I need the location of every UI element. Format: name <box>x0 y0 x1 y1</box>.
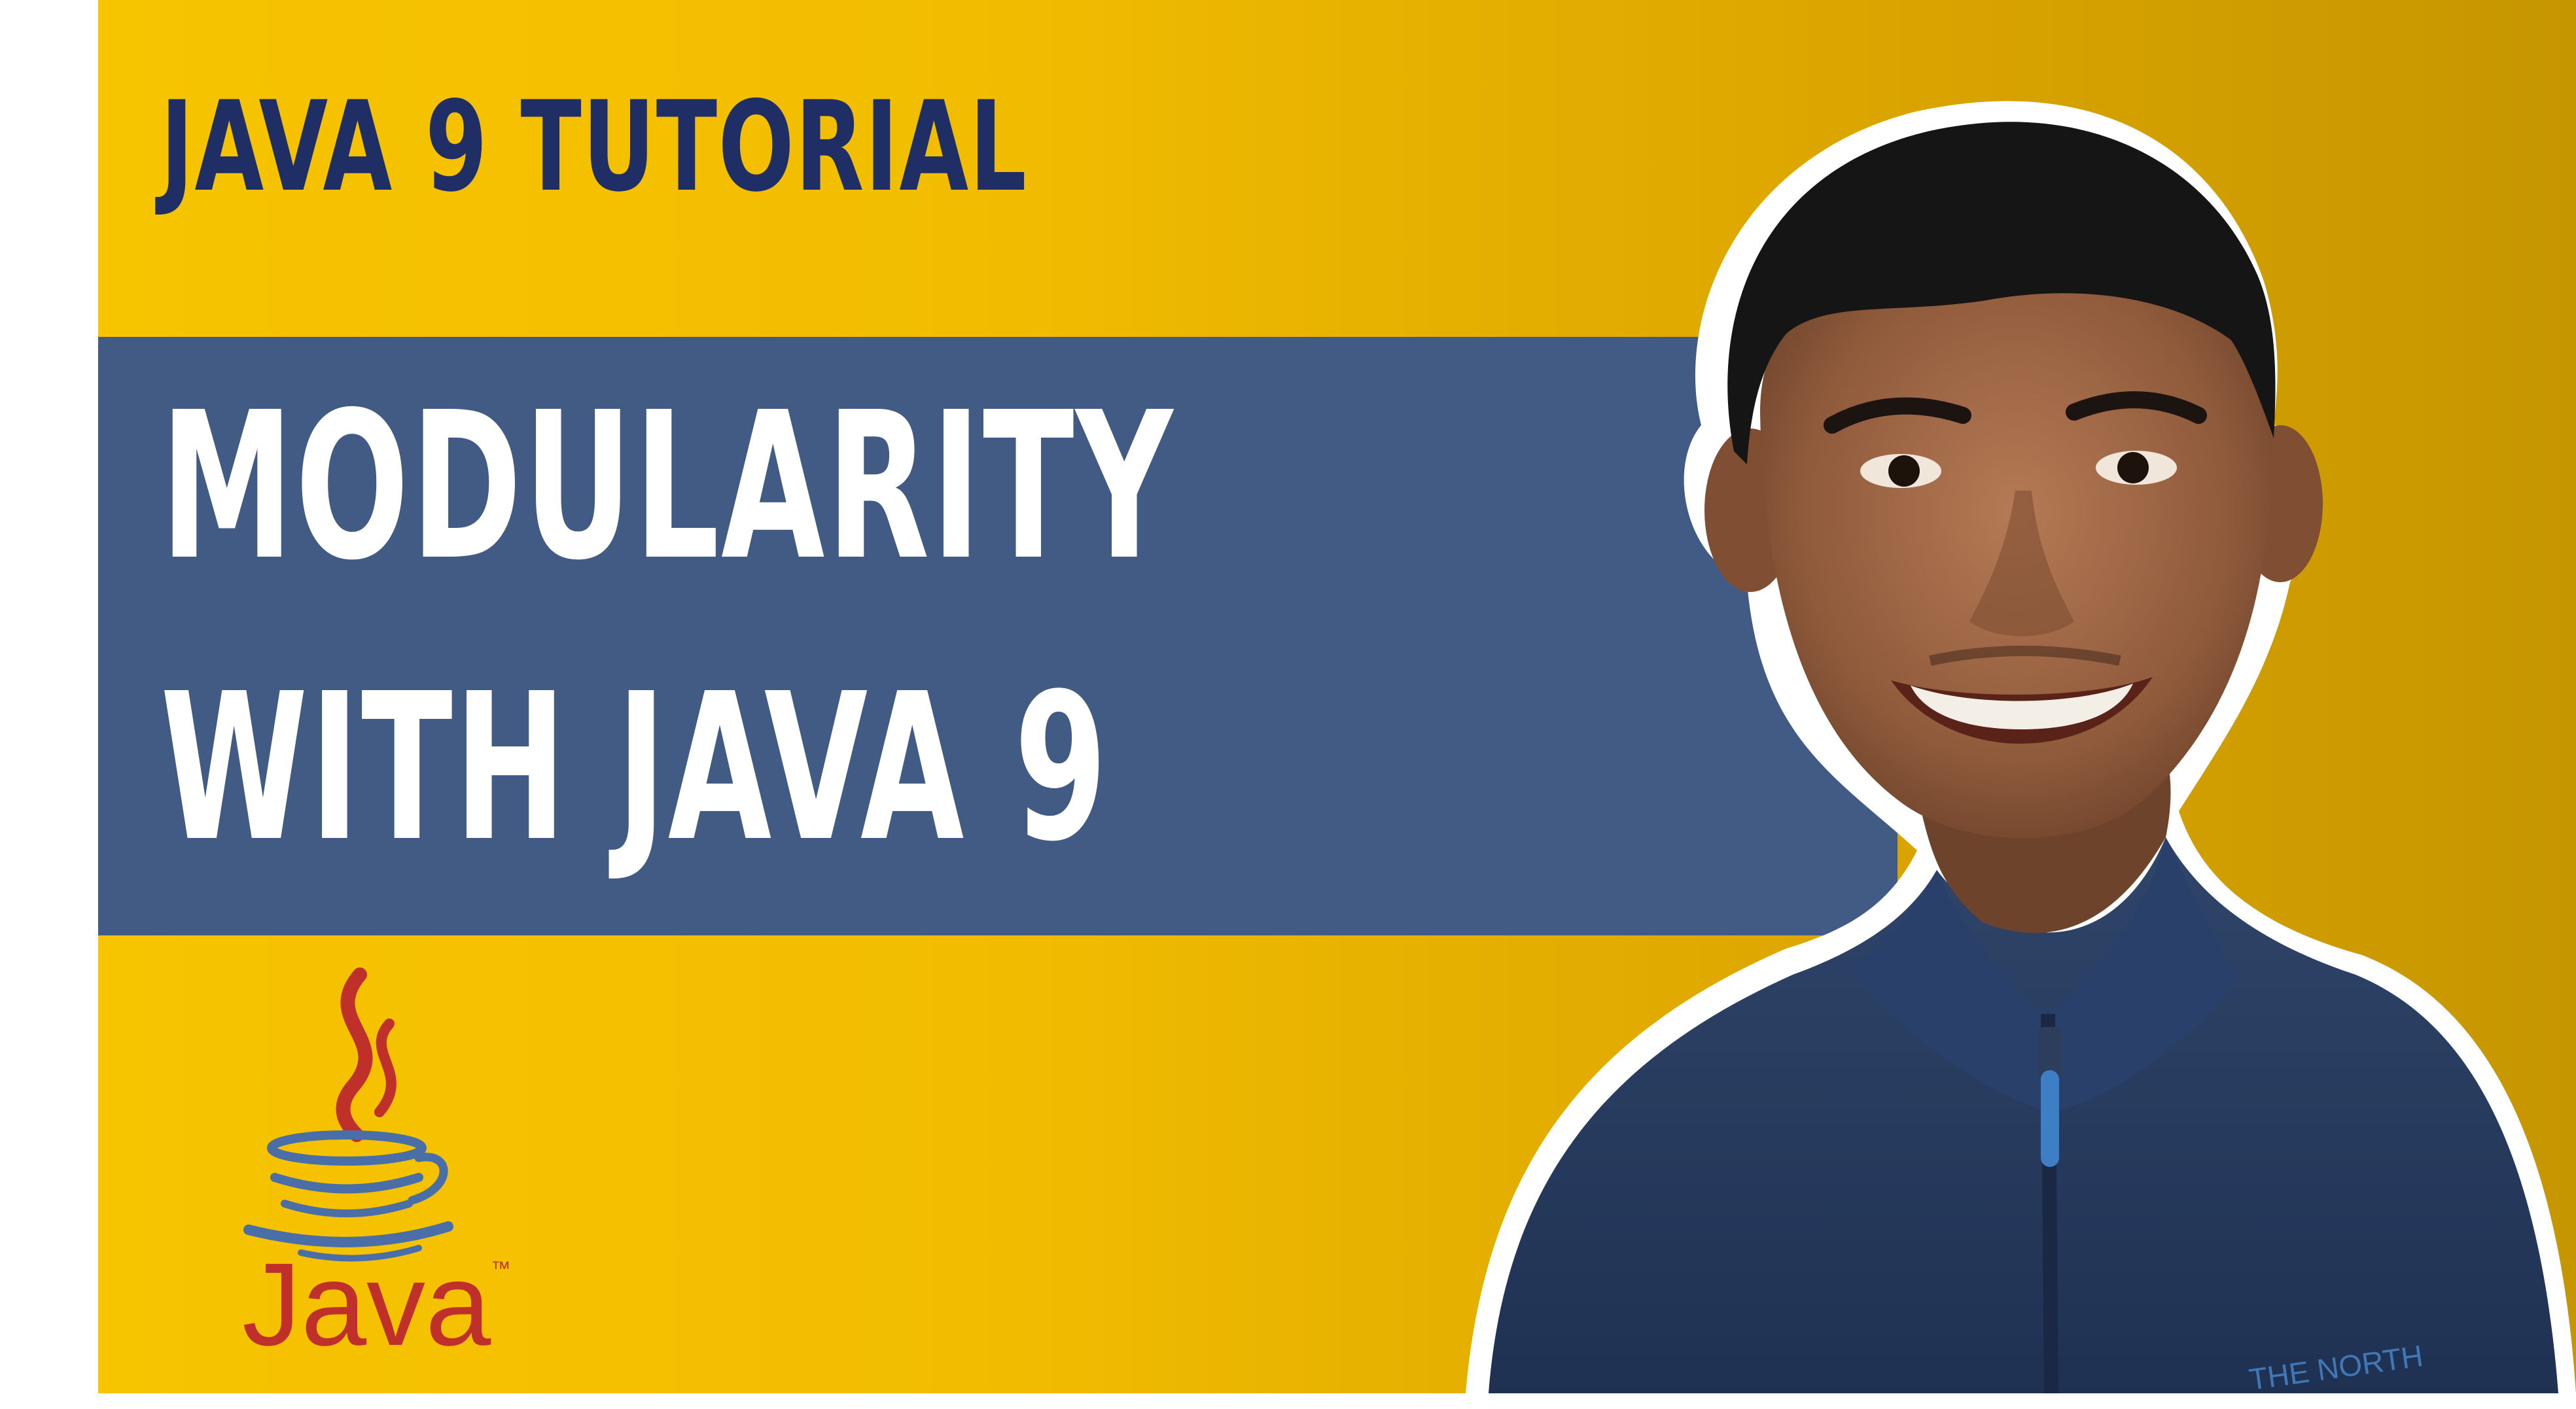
headline-line-1: MODULARITY <box>160 369 1175 605</box>
presenter-photo: THE NORTH <box>1466 101 2576 1393</box>
java-wordmark: Java™ <box>242 1246 510 1364</box>
thumbnail-panel: JAVA 9 TUTORIAL MODULARITY WITH JAVA 9 J… <box>98 0 2576 1393</box>
headline-line-2: WITH JAVA 9 <box>160 650 1109 886</box>
java-wordmark-text: Java <box>242 1239 491 1370</box>
series-title: JAVA 9 TUTORIAL <box>160 75 1028 219</box>
trademark-symbol: ™ <box>491 1258 511 1279</box>
